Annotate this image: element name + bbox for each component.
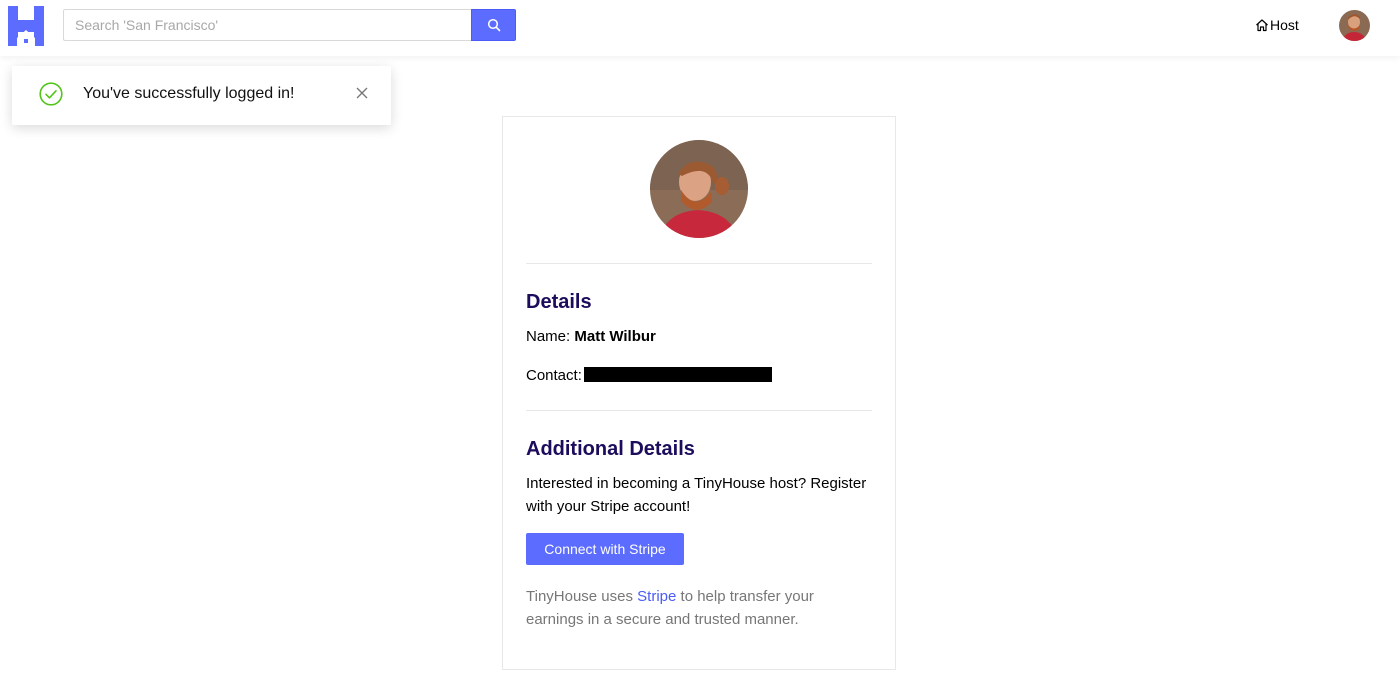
host-link[interactable]: Host [1255,15,1299,35]
home-icon [1256,19,1268,32]
toast-message: You've successfully logged in! [83,85,295,102]
logo-icon[interactable] [8,6,44,46]
details-title: Details [526,291,592,313]
top-navbar: Host [0,0,1400,56]
divider [526,263,872,264]
close-icon[interactable] [355,86,369,100]
profile-avatar [650,140,748,238]
search-button[interactable] [471,9,516,41]
name-label: Name: [526,328,571,345]
name-row: Name: Matt Wilbur [526,328,656,345]
stripe-link[interactable]: Stripe [637,588,676,605]
search-input[interactable] [63,9,471,41]
divider [526,410,872,411]
user-avatar[interactable] [1339,10,1370,41]
redacted-contact [583,367,772,382]
check-circle-icon [39,82,63,106]
search-bar [63,9,516,41]
host-prompt: Interested in becoming a TinyHouse host?… [526,475,867,515]
note-prefix: TinyHouse uses [526,588,638,605]
additional-details-title: Additional Details [526,438,695,460]
contact-label: Contact: [526,367,582,384]
search-icon [487,18,500,32]
contact-row: Contact: [526,367,772,384]
name-value: Matt Wilbur [574,328,656,345]
connect-stripe-button[interactable]: Connect with Stripe [526,533,684,565]
host-label: Host [1270,17,1299,33]
stripe-note: TinyHouse uses Stripe to help transfer y… [526,585,856,631]
